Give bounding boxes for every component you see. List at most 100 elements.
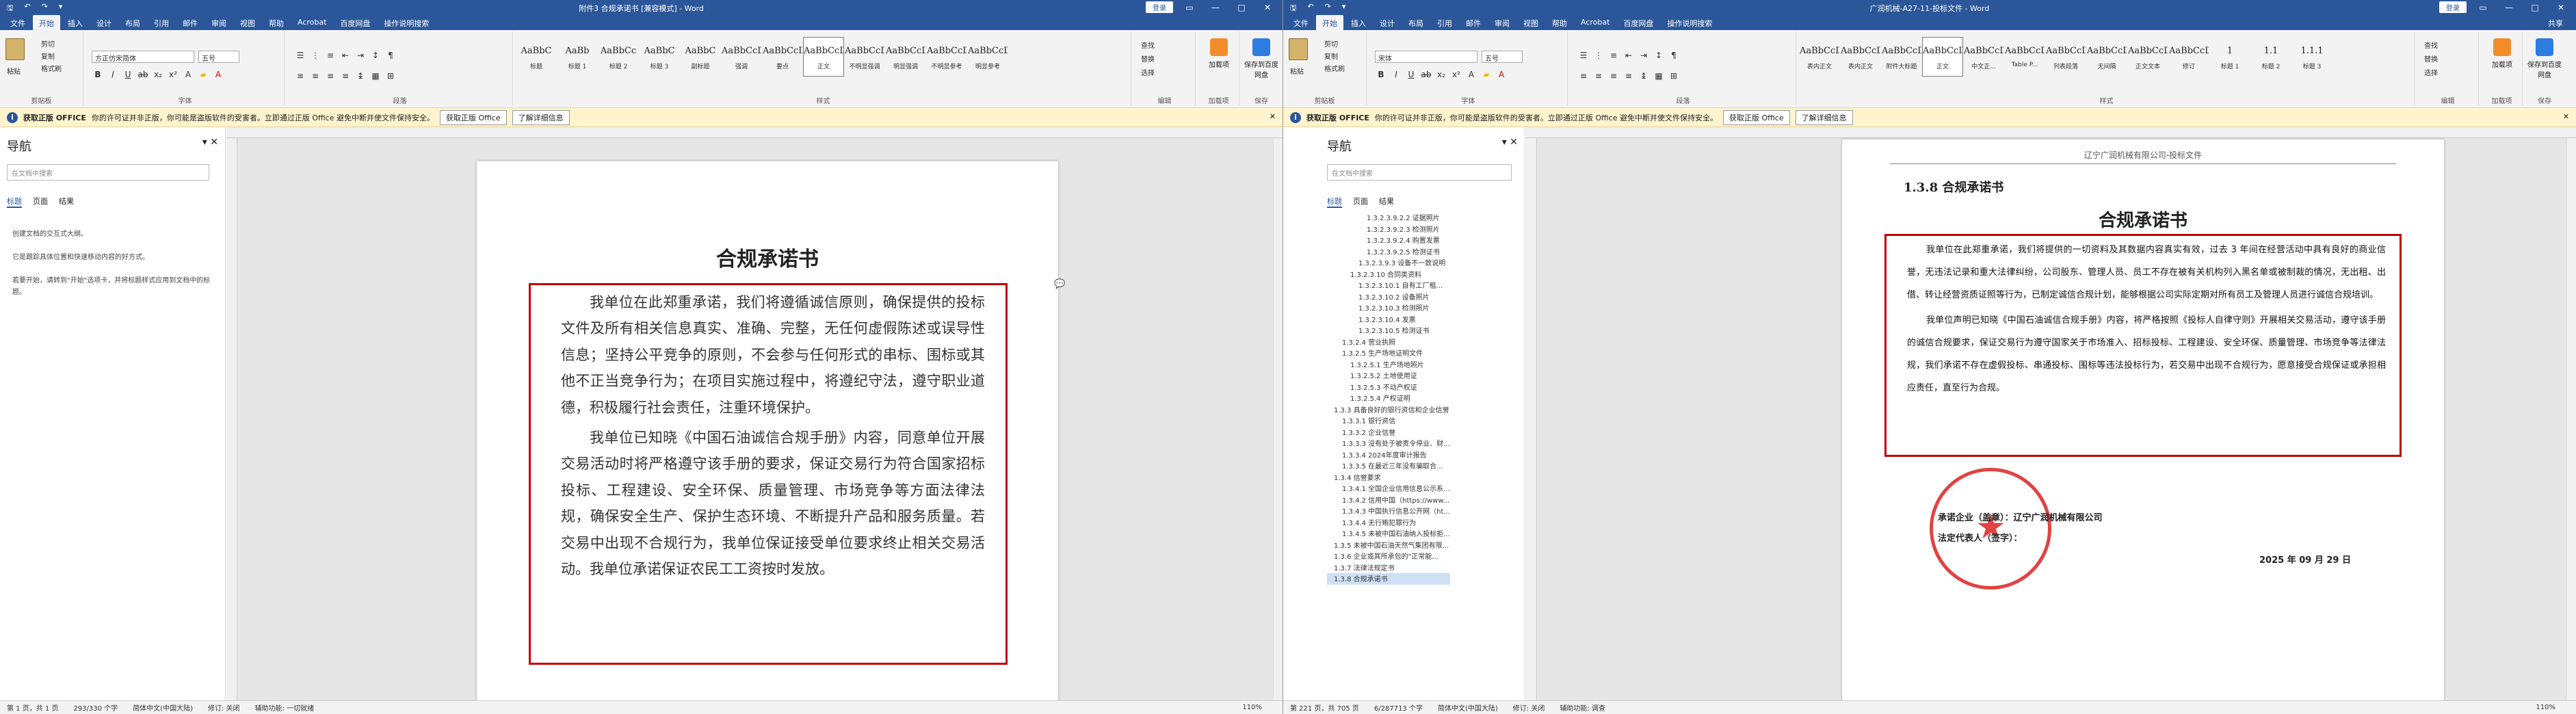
close-icon[interactable]: ✕ [1258, 3, 1277, 12]
show-marks-icon[interactable]: ¶ [1668, 51, 1680, 60]
superscript-icon[interactable]: x² [1450, 70, 1462, 79]
numbering-icon[interactable]: ⋮ [309, 51, 321, 60]
nav-heading-item[interactable]: 1.3.8 合规承诺书 [1327, 573, 1450, 585]
nav-heading-item[interactable]: 1.3.3 具备良好的银行资信和企业信誉 [1327, 404, 1450, 416]
select-button[interactable]: 选择 [1141, 67, 1155, 77]
style-item[interactable]: AaBbCc 标题 2 [598, 37, 639, 77]
nav-tab-pages[interactable]: 页面 [1353, 196, 1368, 208]
bold-icon[interactable]: B [1375, 70, 1387, 79]
style-item[interactable]: AaBbC 副标题 [680, 37, 721, 77]
tab-references[interactable]: 引用 [148, 15, 175, 30]
paste-button[interactable]: 粘贴 [7, 66, 21, 76]
horizontal-ruler[interactable] [226, 127, 1283, 138]
italic-icon[interactable]: I [107, 70, 119, 79]
style-item[interactable]: AaBbCcDc 中文正... [1963, 37, 2004, 77]
increase-indent-icon[interactable]: ⇥ [354, 51, 367, 60]
tab-view[interactable]: 视图 [1517, 15, 1545, 30]
nav-heading-item[interactable]: 1.3.2.3.9.2.2 证据照片 [1327, 212, 1450, 224]
close-message-icon[interactable]: ✕ [2563, 112, 2569, 121]
word-count[interactable]: 6/287713 个字 [1374, 702, 1423, 713]
style-item[interactable]: 1 标题 1 [2209, 37, 2250, 77]
nav-tab-results[interactable]: 结果 [1379, 196, 1394, 208]
tab-baidu[interactable]: 百度网盘 [1617, 15, 1659, 30]
tab-file[interactable]: 文件 [1287, 15, 1315, 30]
nav-heading-item[interactable]: 1.3.2.3.9.2.4 购置发票 [1327, 235, 1450, 246]
nav-heading-item[interactable]: 1.3.2.3.10.1 自有工厂租... [1327, 280, 1450, 291]
font-name-combo[interactable]: 宋体 [1375, 51, 1477, 63]
nav-heading-item[interactable]: 1.3.2.3.9.2.3 检测照片 [1327, 224, 1450, 235]
paste-icon[interactable] [1289, 38, 1308, 60]
style-item[interactable]: AaBbCcD 无间隔 [2086, 37, 2127, 77]
decrease-indent-icon[interactable]: ⇤ [339, 51, 352, 60]
track-changes[interactable]: 修订: 关闭 [1513, 702, 1545, 713]
copy-button[interactable]: 复制 [41, 51, 55, 61]
cut-button[interactable]: 剪切 [41, 38, 55, 49]
style-item[interactable]: AaBb 标题 1 [557, 37, 598, 77]
tab-acrobat[interactable]: Acrobat [291, 15, 332, 30]
zoom-level[interactable]: 110% [1242, 704, 1262, 711]
nav-heading-item[interactable]: 1.3.6 企业或其所承包的"正常能... [1327, 551, 1450, 562]
font-color-icon[interactable]: A [212, 70, 224, 79]
share-button[interactable]: 共享 [2542, 15, 2569, 30]
increase-indent-icon[interactable]: ⇥ [1638, 51, 1650, 60]
tab-layout[interactable]: 布局 [119, 15, 146, 30]
learn-more-button[interactable]: 了解详细信息 [1795, 109, 1853, 125]
style-item[interactable]: AaBbCcD 要点 [762, 37, 803, 77]
align-left-icon[interactable]: ≡ [1577, 71, 1590, 81]
align-left-icon[interactable]: ≡ [294, 71, 306, 81]
italic-icon[interactable]: I [1390, 70, 1402, 79]
show-marks-icon[interactable]: ¶ [384, 51, 397, 60]
highlight-icon[interactable]: ▰ [197, 70, 209, 79]
nav-heading-item[interactable]: 1.3.5 未被中国石油天然气集团有限... [1327, 540, 1450, 551]
bullets-icon[interactable]: ☰ [1577, 51, 1590, 60]
align-center-icon[interactable]: ≡ [1592, 71, 1605, 81]
format-painter-button[interactable]: 格式刷 [41, 63, 62, 73]
nav-tab-pages[interactable]: 页面 [33, 196, 48, 208]
copy-button[interactable]: 复制 [1324, 51, 1338, 61]
tab-view[interactable]: 视图 [234, 15, 261, 30]
tab-design[interactable]: 设计 [90, 15, 118, 30]
line-spacing-icon[interactable]: ↨ [1638, 71, 1650, 81]
nav-heading-item[interactable]: 1.3.2.3.10.2 设备照片 [1327, 291, 1450, 303]
login-button[interactable]: 登录 [1146, 1, 1173, 13]
line-spacing-icon[interactable]: ↨ [354, 71, 367, 81]
nav-heading-item[interactable]: 1.3.3.1 银行资信 [1327, 415, 1450, 427]
save-baidu-button[interactable]: 保存到百度网盘 [1242, 38, 1280, 79]
tab-insert[interactable]: 插入 [1345, 15, 1372, 30]
align-right-icon[interactable]: ≡ [1607, 71, 1620, 81]
tab-insert[interactable]: 插入 [62, 15, 89, 30]
nav-heading-item[interactable]: 1.3.3.2 企业信誉 [1327, 427, 1450, 438]
login-button[interactable]: 登录 [2439, 1, 2467, 13]
decrease-indent-icon[interactable]: ⇤ [1622, 51, 1635, 60]
style-item[interactable]: AaBbCcDd 明显强调 [885, 37, 926, 77]
document-page[interactable]: 合规承诺书 我单位在此郑重承诺，我们将遵循诚信原则，确保提供的投标文件及所有相关… [477, 161, 1058, 700]
multilevel-icon[interactable]: ≡ [324, 51, 337, 60]
replace-button[interactable]: 替换 [2424, 53, 2438, 64]
nav-heading-item[interactable]: 1.3.4.2 信用中国（https://www... [1327, 494, 1450, 506]
paste-icon[interactable] [5, 38, 25, 60]
tab-references[interactable]: 引用 [1431, 15, 1458, 30]
paste-button[interactable]: 粘贴 [1290, 66, 1304, 76]
highlight-icon[interactable]: ▰ [1480, 70, 1493, 79]
style-item[interactable]: AaBbCcDd 正文 [803, 37, 844, 77]
strikethrough-icon[interactable]: ab [137, 70, 149, 79]
tab-mailings[interactable]: 邮件 [1460, 15, 1487, 30]
subscript-icon[interactable]: x₂ [1435, 70, 1447, 79]
close-message-icon[interactable]: ✕ [1270, 112, 1276, 121]
underline-icon[interactable]: U [1405, 70, 1417, 79]
page-count[interactable]: 第 221 页，共 705 页 [1290, 702, 1359, 713]
tab-file[interactable]: 文件 [4, 15, 31, 30]
tab-layout[interactable]: 布局 [1402, 15, 1430, 30]
borders-icon[interactable]: ⊞ [384, 71, 397, 81]
tab-baidu[interactable]: 百度网盘 [334, 15, 376, 30]
strikethrough-icon[interactable]: ab [1420, 70, 1432, 79]
bullets-icon[interactable]: ☰ [294, 51, 306, 60]
style-item[interactable]: AaBbCcDd 不明显参考 [926, 37, 967, 77]
nav-heading-item[interactable]: 1.3.2.3.9.3 设备不一致说明 [1327, 257, 1450, 269]
sort-icon[interactable]: ↕ [369, 51, 382, 60]
nav-heading-item[interactable]: 1.3.2.3.10.3 检测照片 [1327, 302, 1450, 314]
style-item[interactable]: AaBbCcDc 表内正文 [1840, 37, 1881, 77]
tab-review[interactable]: 审阅 [205, 15, 233, 30]
font-name-combo[interactable]: 方正仿宋简体 [92, 51, 194, 63]
horizontal-ruler[interactable] [1526, 127, 2576, 138]
